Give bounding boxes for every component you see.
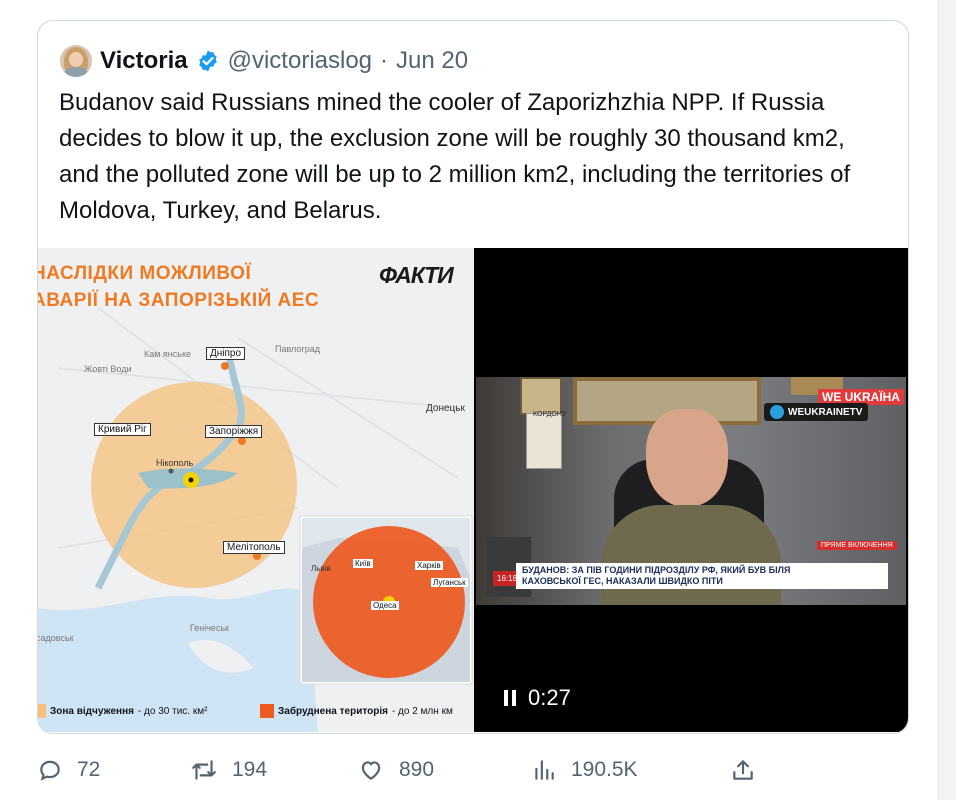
city-label-nikopol: Нікополь bbox=[156, 458, 194, 468]
city-label-melitopol: Мелітополь bbox=[223, 541, 285, 554]
video-frame[interactable]: КОРДОНУ WE UKRAЇНА WEUKRAINETV ПРЯМЕ ВКЛ… bbox=[476, 377, 906, 605]
city-label-zhovti-vody: Жовті Води bbox=[84, 364, 132, 374]
tweet-header: Victoria @victoriaslog · Jun 20 bbox=[60, 44, 468, 78]
inset-label-lviv: Львів bbox=[311, 564, 331, 573]
inset-label-luhansk: Луганськ bbox=[431, 578, 468, 587]
retweet-icon bbox=[192, 760, 216, 780]
city-label-zaporizhzhia: Запоріжжя bbox=[205, 425, 263, 438]
legend-polluted-swatch bbox=[260, 704, 274, 718]
views-button[interactable]: 190.5K bbox=[531, 757, 638, 783]
wall-certificate bbox=[526, 413, 562, 469]
tweet-text: Budanov said Russians mined the cooler o… bbox=[59, 89, 851, 224]
telegram-tag: WEUKRAINETV bbox=[764, 403, 869, 421]
inset-label-odesa: Одеса bbox=[371, 601, 399, 610]
inset-label-kyiv: Київ bbox=[353, 559, 373, 568]
city-label-kryvyi-rih: Кривий Ріг bbox=[94, 423, 151, 436]
video-duration: 0:27 bbox=[528, 685, 571, 710]
telegram-icon bbox=[770, 405, 784, 419]
map-infographic-image[interactable]: НАСЛІДКИ МОЖЛИВОЇ АВАРІЇ НА ЗАПОРІЗЬКІЙ … bbox=[38, 248, 475, 732]
video-headline: БУДАНОВ: ЗА ПІВ ГОДИНИ ПІДРОЗДІЛУ РФ, ЯК… bbox=[516, 563, 888, 589]
author-name[interactable]: Victoria bbox=[100, 47, 188, 75]
view-count: 190.5K bbox=[571, 758, 638, 781]
verified-badge-icon bbox=[196, 49, 220, 73]
live-tag: ПРЯМЕ ВКЛЮЧЕННЯ bbox=[817, 541, 897, 550]
separator: · bbox=[380, 47, 389, 74]
retweet-count: 194 bbox=[232, 758, 268, 781]
like-button[interactable]: 890 bbox=[357, 757, 434, 783]
tweet-date[interactable]: Jun 20 bbox=[396, 47, 468, 75]
city-label-sadovsk: садовськ bbox=[38, 633, 74, 643]
page-scrollbar-track bbox=[938, 0, 956, 800]
wall-frame bbox=[520, 377, 562, 415]
video-controls: 0:27 bbox=[504, 685, 571, 711]
reply-count: 72 bbox=[77, 758, 101, 781]
video-player[interactable]: КОРДОНУ WE UKRAЇНА WEUKRAINETV ПРЯМЕ ВКЛ… bbox=[474, 248, 908, 732]
heart-icon bbox=[361, 761, 381, 780]
tweet-card[interactable]: Victoria @victoriaslog · Jun 20 Budanov … bbox=[37, 20, 909, 734]
speaker-body bbox=[601, 505, 781, 605]
legend-exclusion-swatch bbox=[38, 704, 46, 718]
pause-icon[interactable] bbox=[504, 690, 516, 706]
tweet-actions: 72 194 890 190.5K bbox=[37, 757, 777, 793]
author-handle[interactable]: @victoriaslog bbox=[228, 47, 372, 75]
share-button[interactable] bbox=[730, 757, 756, 783]
reply-button[interactable]: 72 bbox=[37, 757, 100, 783]
city-label-kamianske: Кам янське bbox=[144, 349, 192, 359]
city-label-pavlohrad: Павлоград bbox=[275, 344, 320, 354]
speaker-head bbox=[646, 409, 728, 507]
city-label-donetsk: Донецьк bbox=[426, 403, 465, 414]
map-brand-logo: ФАКТИ bbox=[379, 262, 454, 288]
city-label-dnipro: Дніпро bbox=[206, 347, 246, 360]
inset-label-kharkiv: Харків bbox=[415, 561, 443, 570]
retweet-button[interactable]: 194 bbox=[190, 757, 267, 783]
legend-exclusion: Зона відчуження - до 30 тис. км² bbox=[38, 704, 207, 718]
avatar[interactable] bbox=[60, 45, 92, 77]
share-icon bbox=[733, 760, 753, 780]
city-label-henichesk: Генічеськ bbox=[190, 623, 230, 633]
analytics-icon bbox=[535, 760, 554, 780]
like-count: 890 bbox=[399, 758, 435, 781]
background-text: КОРДОНУ bbox=[533, 411, 567, 418]
legend-polluted: Забруднена територія - до 2 млн км bbox=[260, 704, 453, 718]
reply-icon bbox=[40, 760, 60, 781]
map-title: НАСЛІДКИ МОЖЛИВОЇ АВАРІЇ НА ЗАПОРІЗЬКІЙ … bbox=[38, 263, 320, 311]
